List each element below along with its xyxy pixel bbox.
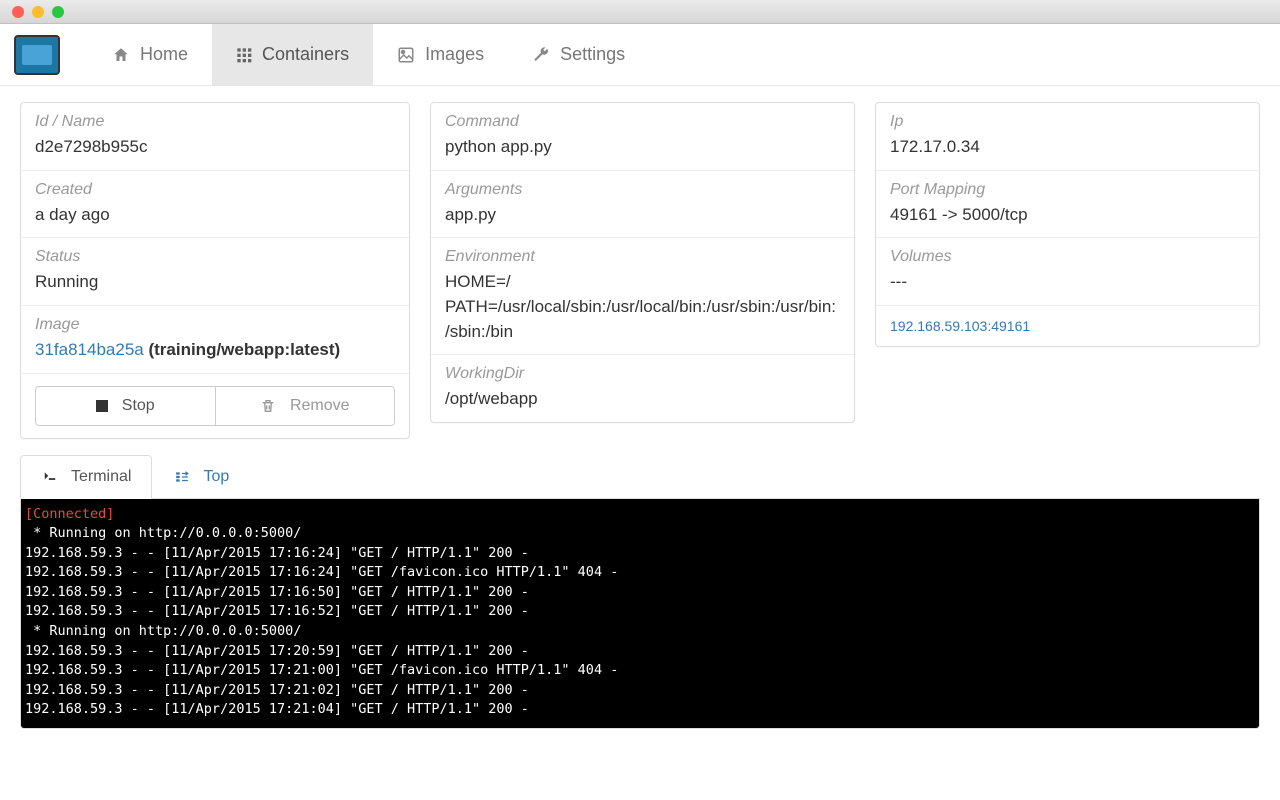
bottom-panel: Terminal Top [Connected] * Running on ht… (0, 455, 1280, 749)
port-mapping-label: Port Mapping (890, 181, 1245, 199)
nav-images-label: Images (425, 44, 484, 65)
app-logo (14, 35, 60, 75)
status-value: Running (35, 270, 395, 295)
nav-settings[interactable]: Settings (508, 24, 649, 85)
command-value: python app.py (445, 135, 840, 160)
navbar: Home Containers Images Settings (0, 24, 1280, 86)
container-network-panel: Ip 172.17.0.34 Port Mapping 49161 -> 500… (875, 102, 1260, 347)
processes-icon (173, 470, 191, 484)
stop-button[interactable]: Stop (35, 386, 215, 426)
nav-home[interactable]: Home (88, 24, 212, 85)
volumes-value: --- (890, 270, 1245, 295)
environment-label: Environment (445, 248, 840, 266)
container-identity-panel: Id / Name d2e7298b955c Created a day ago… (20, 102, 410, 439)
terminal-icon (41, 470, 59, 484)
id-name-value: d2e7298b955c (35, 135, 395, 160)
created-value: a day ago (35, 203, 395, 228)
image-icon (397, 46, 415, 64)
tab-terminal[interactable]: Terminal (20, 455, 152, 499)
minimize-window-button[interactable] (32, 6, 44, 18)
grid-icon (236, 47, 252, 63)
stop-icon (96, 400, 108, 412)
environment-value: HOME=/ PATH=/usr/local/sbin:/usr/local/b… (445, 270, 840, 344)
arguments-label: Arguments (445, 181, 840, 199)
tabbar: Terminal Top (20, 455, 1260, 499)
nav-containers-label: Containers (262, 44, 349, 65)
ip-value: 172.17.0.34 (890, 135, 1245, 160)
wrench-icon (532, 46, 550, 64)
nav-settings-label: Settings (560, 44, 625, 65)
ip-label: Ip (890, 113, 1245, 131)
terminal-output[interactable]: [Connected] * Running on http://0.0.0.0:… (20, 499, 1260, 729)
nav-images[interactable]: Images (373, 24, 508, 85)
created-label: Created (35, 181, 395, 199)
image-label: Image (35, 316, 395, 334)
titlebar (0, 0, 1280, 24)
maximize-window-button[interactable] (52, 6, 64, 18)
tab-top-label: Top (203, 468, 229, 486)
terminal-connected-status: [Connected] (25, 506, 114, 522)
remove-button-label: Remove (290, 397, 350, 415)
image-link[interactable]: 31fa814ba25a (35, 340, 144, 359)
tab-top[interactable]: Top (152, 455, 250, 499)
workingdir-value: /opt/webapp (445, 387, 840, 412)
stop-button-label: Stop (122, 397, 155, 415)
image-tag: (training/webapp:latest) (144, 340, 340, 359)
volumes-label: Volumes (890, 248, 1245, 266)
port-mapping-value: 49161 -> 5000/tcp (890, 203, 1245, 228)
trash-icon (260, 397, 276, 415)
home-icon (112, 46, 130, 64)
nav-containers[interactable]: Containers (212, 24, 373, 85)
arguments-value: app.py (445, 203, 840, 228)
container-config-panel: Command python app.py Arguments app.py E… (430, 102, 855, 423)
terminal-log-lines: * Running on http://0.0.0.0:5000/ 192.16… (25, 525, 618, 717)
tab-terminal-label: Terminal (71, 468, 131, 486)
nav-home-label: Home (140, 44, 188, 65)
command-label: Command (445, 113, 840, 131)
image-value: 31fa814ba25a (training/webapp:latest) (35, 338, 395, 363)
close-window-button[interactable] (12, 6, 24, 18)
workingdir-label: WorkingDir (445, 365, 840, 383)
main-content: Id / Name d2e7298b955c Created a day ago… (0, 86, 1280, 455)
status-label: Status (35, 248, 395, 266)
remove-button[interactable]: Remove (215, 386, 396, 426)
external-url-link[interactable]: 192.168.59.103:49161 (890, 318, 1030, 334)
id-name-label: Id / Name (35, 113, 395, 131)
